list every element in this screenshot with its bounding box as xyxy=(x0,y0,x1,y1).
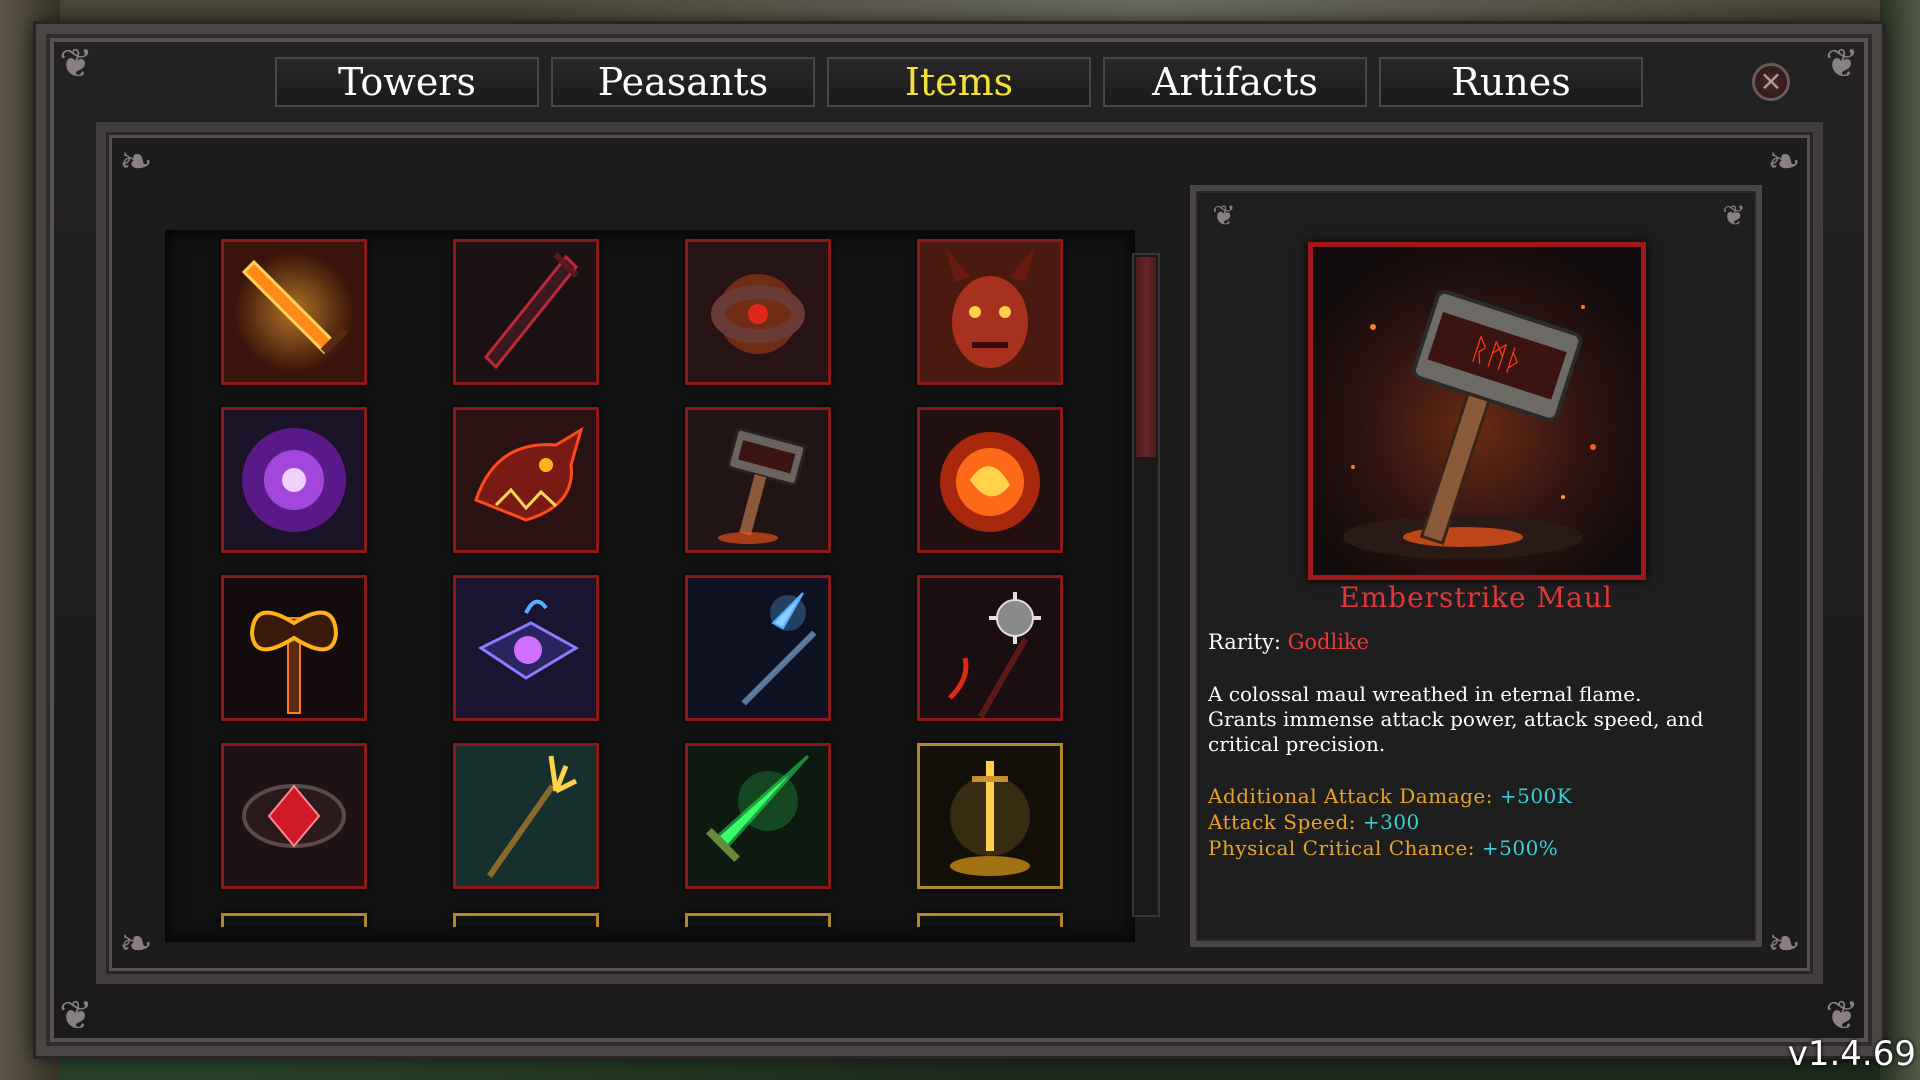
ember-hammer-icon xyxy=(688,410,828,550)
item-slot[interactable] xyxy=(221,239,367,385)
frame-corner-ornament: ❦ xyxy=(1825,993,1859,1039)
close-button[interactable]: × xyxy=(1752,63,1790,101)
emerald-sword-icon xyxy=(688,746,828,886)
stat-value: +500% xyxy=(1481,836,1559,860)
item-slot[interactable] xyxy=(917,239,1063,385)
item-slot[interactable] xyxy=(917,575,1063,721)
item-slot[interactable] xyxy=(917,407,1063,553)
item-slot[interactable] xyxy=(221,407,367,553)
selected-item-image: ᚱᛗᚦ xyxy=(1308,242,1646,580)
item-grid xyxy=(165,230,1135,942)
flaming-sword-icon xyxy=(224,242,364,382)
ruby-amulet-icon xyxy=(224,746,364,886)
ice-spear-icon xyxy=(688,578,828,718)
tab-artifacts[interactable]: Artifacts xyxy=(1103,57,1367,107)
selected-item-name: Emberstrike Maul xyxy=(1339,581,1613,614)
scrollbar-thumb[interactable] xyxy=(1136,257,1156,457)
frame-corner-ornament: ❦ xyxy=(59,993,93,1039)
frame-corner-ornament: ❧ xyxy=(1767,139,1801,185)
item-slot[interactable] xyxy=(453,575,599,721)
frame-corner-ornament: ❧ xyxy=(119,921,153,967)
description-line: Grants immense attack power, attack spee… xyxy=(1208,707,1704,731)
rarity-line: Rarity: Godlike xyxy=(1208,630,1369,654)
frame-corner-ornament: ❦ xyxy=(1722,199,1746,232)
stat-label: Additional Attack Damage: xyxy=(1208,784,1493,808)
stat-label: Physical Critical Chance: xyxy=(1208,836,1476,860)
spiked-mace-icon xyxy=(920,578,1060,718)
item-slot[interactable] xyxy=(685,407,831,553)
item-slot[interactable] xyxy=(453,913,599,927)
dragon-head-icon xyxy=(456,410,596,550)
background-foliage xyxy=(1880,0,1920,1080)
item-slot[interactable] xyxy=(221,913,367,927)
item-slot[interactable] xyxy=(917,913,1063,927)
stat-value: +300 xyxy=(1362,810,1420,834)
tab-runes[interactable]: Runes xyxy=(1379,57,1643,107)
close-icon: × xyxy=(1759,64,1783,97)
stat-attack-damage: Additional Attack Damage: +500K xyxy=(1208,784,1572,808)
tab-towers[interactable]: Towers xyxy=(275,57,539,107)
item-slot[interactable] xyxy=(685,239,831,385)
stat-label: Attack Speed: xyxy=(1208,810,1356,834)
frame-corner-ornament: ❦ xyxy=(1212,199,1236,232)
demon-mask-icon xyxy=(920,242,1060,382)
dark-blade-icon xyxy=(456,242,596,382)
golden-sword-icon xyxy=(920,746,1060,886)
golden-trident-icon xyxy=(456,746,596,886)
rarity-value: Godlike xyxy=(1287,630,1370,654)
frame-corner-ornament: ❦ xyxy=(59,41,93,87)
purple-orb-icon xyxy=(224,410,364,550)
item-slot[interactable] xyxy=(685,575,831,721)
item-slot[interactable] xyxy=(453,239,599,385)
item-description: A colossal maul wreathed in eternal flam… xyxy=(1208,682,1718,757)
fire-ring-icon xyxy=(688,242,828,382)
version-label: v1.4.69 xyxy=(1787,1034,1916,1074)
item-grid-scrollbar[interactable] xyxy=(1132,253,1160,917)
tab-peasants[interactable]: Peasants xyxy=(551,57,815,107)
arcane-tome-icon xyxy=(456,578,596,718)
item-slot[interactable] xyxy=(685,743,831,889)
item-slot[interactable] xyxy=(453,407,599,553)
flame-axe-icon xyxy=(224,578,364,718)
description-line: A colossal maul wreathed in eternal flam… xyxy=(1208,682,1642,706)
item-slot[interactable] xyxy=(917,743,1063,889)
stat-critical-chance: Physical Critical Chance: +500% xyxy=(1208,836,1558,860)
description-line: critical precision. xyxy=(1208,732,1386,756)
item-slot[interactable] xyxy=(685,913,831,927)
fire-orb-icon xyxy=(920,410,1060,550)
stat-value: +500K xyxy=(1499,784,1573,808)
tab-items[interactable]: Items xyxy=(827,57,1091,107)
stat-attack-speed: Attack Speed: +300 xyxy=(1208,810,1420,834)
item-slot[interactable] xyxy=(453,743,599,889)
frame-corner-ornament: ❧ xyxy=(119,139,153,185)
ember-hammer-icon: ᚱᛗᚦ xyxy=(1313,247,1641,575)
item-slot[interactable] xyxy=(221,743,367,889)
rarity-label: Rarity: xyxy=(1208,630,1281,654)
category-tabs: Towers Peasants Items Artifacts Runes xyxy=(275,57,1643,107)
frame-corner-ornament: ❧ xyxy=(1767,921,1801,967)
frame-corner-ornament: ❦ xyxy=(1825,41,1859,87)
item-slot[interactable] xyxy=(221,575,367,721)
